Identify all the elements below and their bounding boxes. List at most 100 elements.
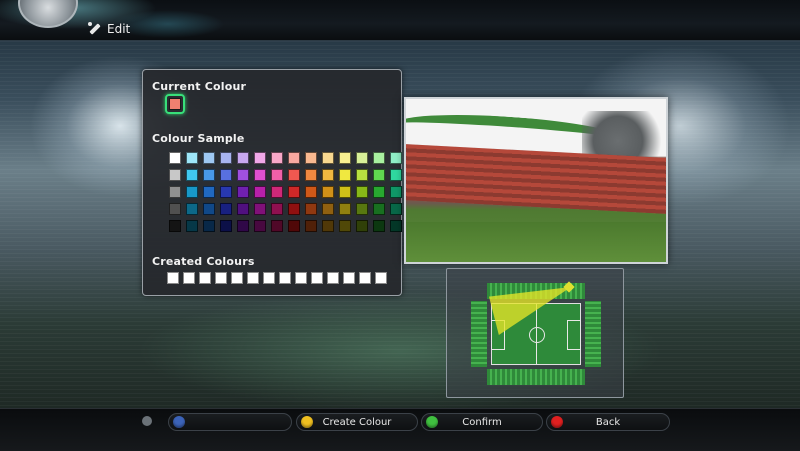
colour-sample-swatch[interactable] — [339, 152, 351, 164]
colour-panel: Current Colour Colour Sample Created Col… — [142, 69, 402, 296]
colour-sample-swatch[interactable] — [186, 169, 198, 181]
created-colour-slot[interactable] — [359, 272, 371, 284]
colour-sample-swatch[interactable] — [271, 169, 283, 181]
colour-sample-swatch[interactable] — [305, 220, 317, 232]
colour-sample-swatch[interactable] — [254, 186, 266, 198]
colour-sample-swatch[interactable] — [220, 169, 232, 181]
colour-sample-swatch[interactable] — [390, 203, 402, 215]
colour-sample-swatch[interactable] — [254, 169, 266, 181]
colour-sample-swatch[interactable] — [339, 186, 351, 198]
colour-sample-swatch[interactable] — [373, 152, 385, 164]
colour-sample-swatch[interactable] — [271, 220, 283, 232]
created-colour-slot[interactable] — [263, 272, 275, 284]
minimap-stadium — [471, 281, 601, 385]
colour-sample-swatch[interactable] — [373, 169, 385, 181]
colour-sample-swatch[interactable] — [220, 220, 232, 232]
colour-sample-swatch[interactable] — [271, 186, 283, 198]
create-colour-button[interactable]: Create Colour — [296, 413, 418, 431]
back-label: Back — [595, 416, 621, 428]
colour-sample-swatch[interactable] — [288, 220, 300, 232]
colour-sample-swatch[interactable] — [271, 203, 283, 215]
created-colour-slot[interactable] — [199, 272, 211, 284]
colour-sample-swatch[interactable] — [186, 186, 198, 198]
colour-sample-swatch[interactable] — [237, 220, 249, 232]
colour-sample-swatch[interactable] — [390, 169, 402, 181]
minimap-stand-right — [585, 301, 601, 367]
colour-sample-swatch[interactable] — [305, 169, 317, 181]
colour-sample-swatch[interactable] — [169, 152, 181, 164]
colour-sample-swatch[interactable] — [169, 169, 181, 181]
colour-sample-swatch[interactable] — [271, 152, 283, 164]
created-colour-slot[interactable] — [231, 272, 243, 284]
colour-sample-swatch[interactable] — [373, 186, 385, 198]
created-colour-slot[interactable] — [375, 272, 387, 284]
colour-sample-swatch[interactable] — [356, 203, 368, 215]
colour-sample-swatch[interactable] — [390, 152, 402, 164]
created-colour-slot[interactable] — [183, 272, 195, 284]
current-colour-swatch — [169, 98, 181, 110]
colour-sample-swatch[interactable] — [356, 220, 368, 232]
colour-sample-swatch[interactable] — [390, 186, 402, 198]
colour-sample-swatch[interactable] — [169, 220, 181, 232]
colour-sample-swatch[interactable] — [339, 203, 351, 215]
colour-sample-swatch[interactable] — [305, 186, 317, 198]
colour-sample-swatch[interactable] — [288, 169, 300, 181]
colour-sample-swatch[interactable] — [373, 203, 385, 215]
created-colour-slot[interactable] — [295, 272, 307, 284]
confirm-button[interactable]: Confirm — [421, 413, 543, 431]
colour-sample-swatch[interactable] — [305, 152, 317, 164]
colour-sample-swatch[interactable] — [186, 203, 198, 215]
created-colour-slot[interactable] — [247, 272, 259, 284]
colour-sample-swatch[interactable] — [288, 186, 300, 198]
current-colour-label: Current Colour — [152, 80, 247, 93]
colour-sample-swatch[interactable] — [322, 152, 334, 164]
colour-sample-swatch[interactable] — [254, 152, 266, 164]
colour-sample-swatch[interactable] — [288, 203, 300, 215]
colour-sample-swatch[interactable] — [356, 186, 368, 198]
colour-sample-swatch[interactable] — [203, 169, 215, 181]
edit-icon — [88, 22, 102, 36]
created-colour-slot[interactable] — [279, 272, 291, 284]
created-colour-slot[interactable] — [343, 272, 355, 284]
colour-sample-swatch[interactable] — [203, 203, 215, 215]
colour-sample-swatch[interactable] — [322, 186, 334, 198]
colour-sample-swatch[interactable] — [186, 220, 198, 232]
colour-sample-swatch[interactable] — [288, 152, 300, 164]
colour-sample-swatch[interactable] — [203, 152, 215, 164]
colour-sample-swatch[interactable] — [237, 203, 249, 215]
colour-sample-swatch[interactable] — [203, 220, 215, 232]
minimap-stand-bottom — [487, 369, 585, 385]
colour-sample-swatch[interactable] — [356, 169, 368, 181]
colour-sample-swatch[interactable] — [237, 152, 249, 164]
colour-sample-swatch[interactable] — [186, 152, 198, 164]
y-button-icon — [301, 416, 313, 428]
colour-sample-swatch[interactable] — [169, 186, 181, 198]
dpad-control[interactable] — [168, 413, 292, 431]
colour-sample-swatch[interactable] — [203, 186, 215, 198]
colour-sample-swatch[interactable] — [220, 203, 232, 215]
colour-sample-swatch[interactable] — [339, 169, 351, 181]
back-button[interactable]: Back — [546, 413, 670, 431]
created-colour-slot[interactable] — [167, 272, 179, 284]
colour-sample-swatch[interactable] — [356, 152, 368, 164]
colour-sample-swatch[interactable] — [322, 203, 334, 215]
created-colour-slot[interactable] — [327, 272, 339, 284]
colour-sample-swatch[interactable] — [220, 186, 232, 198]
colour-sample-swatch[interactable] — [237, 186, 249, 198]
colour-sample-swatch[interactable] — [254, 220, 266, 232]
colour-sample-swatch[interactable] — [237, 169, 249, 181]
colour-sample-swatch[interactable] — [373, 220, 385, 232]
created-colour-slot[interactable] — [311, 272, 323, 284]
colour-sample-swatch[interactable] — [339, 220, 351, 232]
colour-sample-swatch[interactable] — [254, 203, 266, 215]
a-button-icon — [426, 416, 438, 428]
current-colour-selector[interactable] — [165, 94, 185, 114]
colour-sample-swatch[interactable] — [322, 169, 334, 181]
colour-sample-swatch[interactable] — [305, 203, 317, 215]
colour-sample-swatch[interactable] — [390, 220, 402, 232]
colour-sample-swatch[interactable] — [220, 152, 232, 164]
colour-sample-swatch[interactable] — [169, 203, 181, 215]
minimap-stand-left — [471, 301, 487, 367]
created-colour-slot[interactable] — [215, 272, 227, 284]
colour-sample-swatch[interactable] — [322, 220, 334, 232]
